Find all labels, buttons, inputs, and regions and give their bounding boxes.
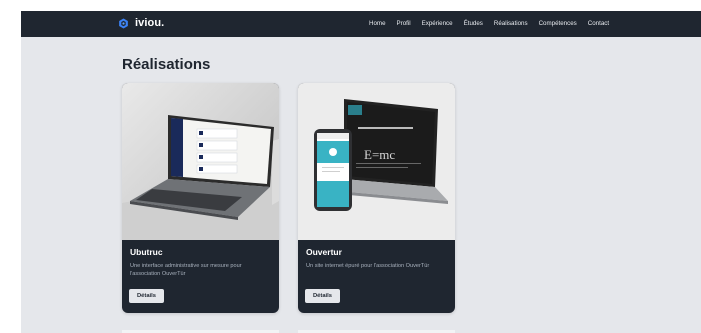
nav-links: Home Profil Expérience Études Réalisatio… <box>369 20 620 27</box>
nav-link-contact[interactable]: Contact <box>588 20 609 27</box>
section-title: Réalisations <box>122 56 211 73</box>
brand-name: iviou. <box>135 17 165 29</box>
project-title: Ouvertur <box>306 247 342 257</box>
hexagon-logo-icon <box>119 17 128 29</box>
navbar: iviou. Home Profil Expérience Études Réa… <box>21 11 701 37</box>
brand[interactable]: iviou. <box>118 17 164 29</box>
nav-link-profil[interactable]: Profil <box>397 20 411 27</box>
svg-text:E=mc: E=mc <box>364 147 395 162</box>
nav-link-competences[interactable]: Compétences <box>539 20 577 27</box>
project-description: Une interface administrative sur mesure … <box>130 263 242 277</box>
nav-link-realisations[interactable]: Réalisations <box>494 20 528 27</box>
details-button-ubutruc[interactable]: Détails <box>129 289 164 303</box>
devices-mockup-image: E=mc <box>298 83 455 240</box>
nav-link-etudes[interactable]: Études <box>464 20 483 27</box>
card-body: Ubutruc Une interface administrative sur… <box>130 247 271 278</box>
card-body: Ouvertur Un site internet épuré pour l'a… <box>306 247 447 270</box>
nav-link-home[interactable]: Home <box>369 20 386 27</box>
page: iviou. Home Profil Expérience Études Réa… <box>21 11 701 333</box>
details-button-ouvertur[interactable]: Détails <box>305 289 340 303</box>
project-description: Un site internet épuré pour l'associatio… <box>306 263 430 269</box>
laptop-mockup-image <box>122 83 279 240</box>
project-card-ouvertur: E=mc Ouvertur Un site internet épuré pou… <box>298 83 455 313</box>
project-card-ubutruc: Ubutruc Une interface administrative sur… <box>122 83 279 313</box>
nav-link-experience[interactable]: Expérience <box>422 20 453 27</box>
project-title: Ubutruc <box>130 247 163 257</box>
